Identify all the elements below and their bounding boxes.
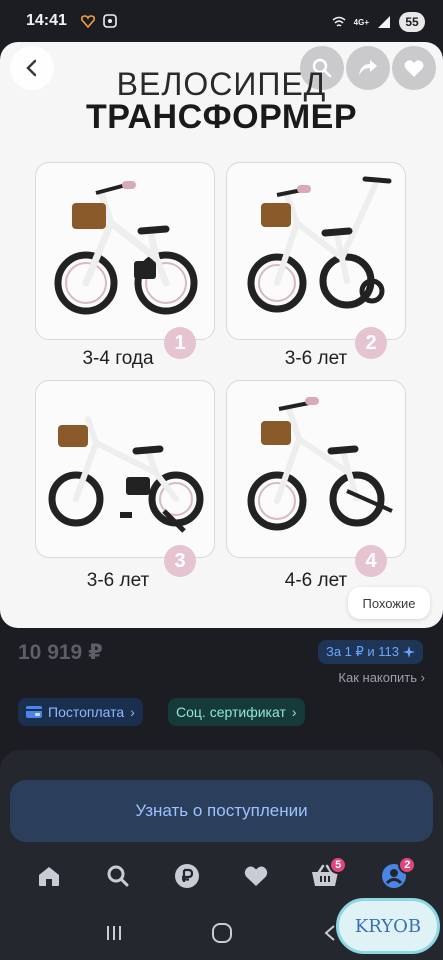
tab-favorites[interactable] bbox=[236, 856, 276, 896]
bonus-chip[interactable]: За 1 ₽ и 113 bbox=[317, 640, 423, 664]
chevron-right-icon: › bbox=[291, 704, 297, 720]
pedal-bike-illustration bbox=[48, 416, 204, 533]
variant-card-1: 1 bbox=[35, 162, 215, 359]
variant-label-2: 3-6 лет bbox=[284, 348, 348, 369]
tab-search[interactable] bbox=[98, 856, 138, 896]
how-to-accumulate-link[interactable]: Как накопить › bbox=[338, 670, 425, 685]
tab-cart[interactable]: 5 bbox=[305, 856, 348, 896]
status-icons bbox=[80, 14, 118, 28]
notification-icon bbox=[81, 15, 95, 28]
recent-apps-icon[interactable] bbox=[104, 924, 124, 942]
image-title-line2: ТРАНСФОРМЕР bbox=[86, 98, 357, 136]
cart-badge: 5 bbox=[329, 856, 348, 874]
battery-level: 55 bbox=[399, 12, 425, 32]
tab-home[interactable] bbox=[29, 856, 69, 896]
tab-profile[interactable]: 2 bbox=[374, 856, 417, 896]
bonus-label: За 1 ₽ и 113 bbox=[325, 644, 399, 659]
product-image[interactable]: ВЕЛОСИПЕД ТРАНСФОРМЕР 1 3-4 года 2 3-6 л… bbox=[0, 42, 443, 628]
price-block: 10 919 ₽ За 1 ₽ и 113 Как накопить › Пос… bbox=[0, 628, 443, 743]
notify-arrival-button[interactable]: Узнать о поступлении bbox=[10, 780, 433, 842]
heart-icon bbox=[244, 866, 268, 886]
home-icon bbox=[38, 867, 59, 886]
tab-bar: 5 2 bbox=[0, 848, 443, 904]
ruble-icon bbox=[174, 864, 199, 888]
card-icon bbox=[26, 706, 42, 718]
search-icon bbox=[107, 865, 129, 887]
watermark-logo: KRYOB bbox=[336, 898, 440, 954]
variant-label-3: 3-6 лет bbox=[86, 570, 150, 591]
wifi-icon bbox=[332, 16, 346, 27]
pedal-bike-with-stabilizers-illustration bbox=[247, 397, 393, 531]
sparkle-icon bbox=[403, 646, 415, 658]
chevron-right-icon: › bbox=[130, 704, 135, 720]
app-icon bbox=[103, 14, 117, 28]
network-type: 4G+ bbox=[353, 17, 369, 27]
postpay-chip[interactable]: Постоплата › bbox=[18, 698, 143, 726]
certificate-chip[interactable]: Соц. сертификат › bbox=[168, 698, 305, 726]
chevron-right-icon: › bbox=[420, 670, 425, 685]
certificate-label: Соц. сертификат bbox=[176, 704, 286, 720]
price: 10 919 ₽ bbox=[18, 641, 103, 664]
status-bar: 14:41 4G+ 55 bbox=[0, 0, 443, 42]
tab-payments[interactable] bbox=[167, 856, 207, 896]
home-nav-icon[interactable] bbox=[211, 922, 233, 944]
pedal-bike-with-handle-illustration bbox=[247, 176, 392, 313]
variant-card-2: 2 bbox=[226, 162, 406, 359]
similar-button[interactable]: Похожие bbox=[348, 587, 430, 619]
postpay-label: Постоплата bbox=[48, 704, 125, 720]
variant-card-3: 3 bbox=[35, 380, 215, 577]
variant-label-1: 3-4 года bbox=[82, 348, 154, 369]
status-time: 14:41 bbox=[26, 12, 67, 29]
balance-bike-illustration bbox=[54, 181, 198, 315]
profile-badge: 2 bbox=[398, 856, 417, 874]
variant-card-4: 4 bbox=[226, 380, 406, 577]
signal-icon bbox=[378, 16, 390, 28]
